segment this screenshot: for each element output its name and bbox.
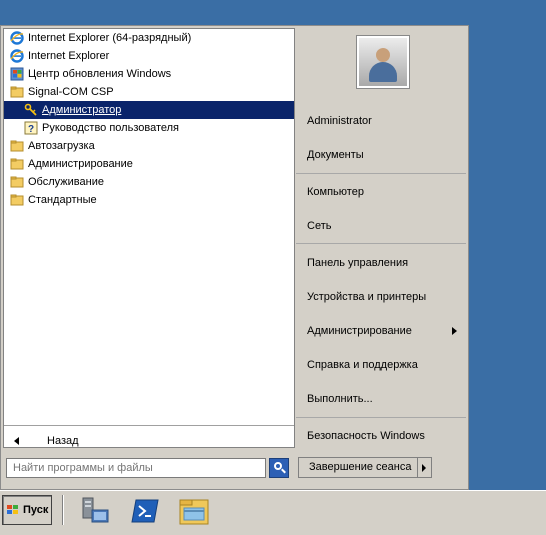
program-item[interactable]: Internet Explorer [4, 47, 294, 65]
chevron-right-icon [422, 464, 426, 472]
programs-pane: Internet Explorer (64-разрядный) Internet… [3, 28, 295, 448]
user-name-link[interactable]: Administrator [307, 112, 372, 130]
program-item[interactable]: Signal-COM CSP [4, 83, 294, 101]
program-item[interactable]: Автозагрузка [4, 137, 294, 155]
devices-printers-link[interactable]: Устройства и принтеры [307, 288, 426, 306]
avatar[interactable] [357, 36, 409, 88]
run-link[interactable]: Выполнить... [307, 390, 373, 408]
windows-security-link[interactable]: Безопасность Windows [307, 427, 425, 445]
documents-link[interactable]: Документы [307, 146, 364, 164]
taskbar-divider [62, 495, 64, 525]
taskbar: Пуск [0, 490, 546, 535]
start-label: Пуск [23, 504, 49, 516]
folder-icon [10, 139, 24, 153]
program-item-label: Internet Explorer (64-разрядный) [28, 32, 192, 44]
svg-text:?: ? [28, 124, 34, 135]
admin-tools-link[interactable]: Администрирование [307, 322, 465, 340]
back-arrow-icon [14, 437, 19, 445]
log-off-button[interactable]: Завершение сеанса [298, 457, 418, 478]
program-item-label: Центр обновления Windows [28, 68, 172, 80]
network-link[interactable]: Сеть [307, 217, 331, 235]
program-item-label: Автозагрузка [28, 140, 95, 152]
folder-icon [10, 157, 24, 171]
program-item[interactable]: Обслуживание [4, 173, 294, 191]
divider [4, 425, 294, 426]
start-button[interactable]: Пуск [2, 495, 52, 525]
program-item-label: Администрирование [28, 158, 133, 170]
shutdown-options-button[interactable] [418, 457, 432, 478]
folder-icon [10, 193, 24, 207]
program-item-label: Обслуживание [28, 176, 104, 188]
help-icon: ? [24, 121, 38, 135]
program-item[interactable]: Internet Explorer (64-разрядный) [4, 29, 294, 47]
back-label: Назад [47, 435, 79, 447]
ie-icon [10, 49, 24, 63]
program-item[interactable]: ? Руководство пользователя [4, 119, 294, 137]
divider [296, 173, 466, 174]
divider [296, 243, 466, 244]
windows-logo-icon [7, 505, 19, 516]
program-item[interactable]: Стандартные [4, 191, 294, 209]
submenu-arrow-icon [452, 327, 457, 335]
computer-link[interactable]: Компьютер [307, 183, 364, 201]
key-tools-icon [24, 103, 38, 117]
folder-icon [10, 85, 24, 99]
help-support-link[interactable]: Справка и поддержка [307, 356, 418, 374]
ie-icon [10, 31, 24, 45]
program-item-label: Администратор [42, 104, 122, 116]
control-panel-link[interactable]: Панель управления [307, 254, 408, 272]
program-item-label: Стандартные [28, 194, 97, 206]
windows-update-icon [10, 67, 24, 81]
user-icon [376, 48, 390, 62]
back-button[interactable]: Назад [4, 432, 294, 450]
powershell-icon[interactable] [130, 496, 162, 526]
program-item-label: Руководство пользователя [42, 122, 179, 134]
program-item-label: Internet Explorer [28, 50, 110, 62]
explorer-icon[interactable] [178, 496, 210, 526]
program-list: Internet Explorer (64-разрядный) Internet… [4, 29, 294, 209]
search-input[interactable] [6, 458, 266, 478]
start-menu: Internet Explorer (64-разрядный) Internet… [0, 25, 469, 490]
admin-tools-label: Администрирование [307, 325, 412, 337]
program-item[interactable]: Центр обновления Windows [4, 65, 294, 83]
server-manager-icon[interactable] [80, 496, 112, 526]
places-pane: Administrator Документы Компьютер Сеть П… [296, 28, 466, 448]
folder-icon [10, 175, 24, 189]
program-item[interactable]: Администрирование [4, 155, 294, 173]
program-item[interactable]: Администратор [4, 101, 294, 119]
search-button[interactable] [269, 458, 289, 478]
divider [296, 417, 466, 418]
program-item-label: Signal-COM CSP [28, 86, 114, 98]
